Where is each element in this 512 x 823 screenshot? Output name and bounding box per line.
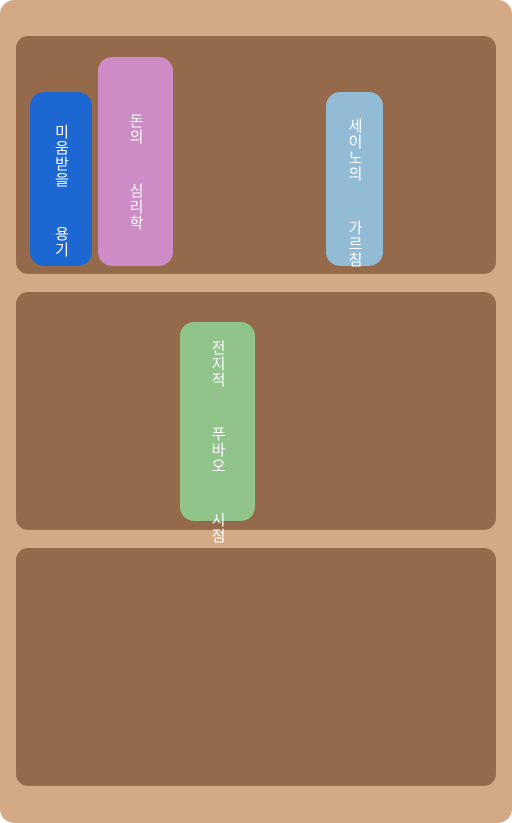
- book-title: 미움받을 용기: [52, 124, 71, 258]
- shelf-middle: 전지적 푸바오 시점: [16, 292, 496, 544]
- book-title: 세이노의 가르침: [346, 118, 364, 268]
- book-title: 전지적 푸바오 시점: [209, 340, 227, 544]
- shelf-top: 미움받을 용기 돈의 심리학 세이노의 가르침: [16, 36, 496, 274]
- book-donui-simrihak[interactable]: 돈의 심리학: [98, 57, 173, 266]
- bookcase: 미움받을 용기 돈의 심리학 세이노의 가르침 전지적 푸바오 시점: [0, 0, 512, 823]
- book-seinoui-gareuchim[interactable]: 세이노의 가르침: [326, 92, 383, 268]
- book-title: 돈의 심리학: [127, 113, 145, 231]
- shelf-bottom: [16, 548, 496, 786]
- book-jeonjijeok-pubao-sijeom[interactable]: 전지적 푸바오 시점: [180, 322, 255, 544]
- book-miumbadeul-yonggi[interactable]: 미움받을 용기: [30, 92, 92, 266]
